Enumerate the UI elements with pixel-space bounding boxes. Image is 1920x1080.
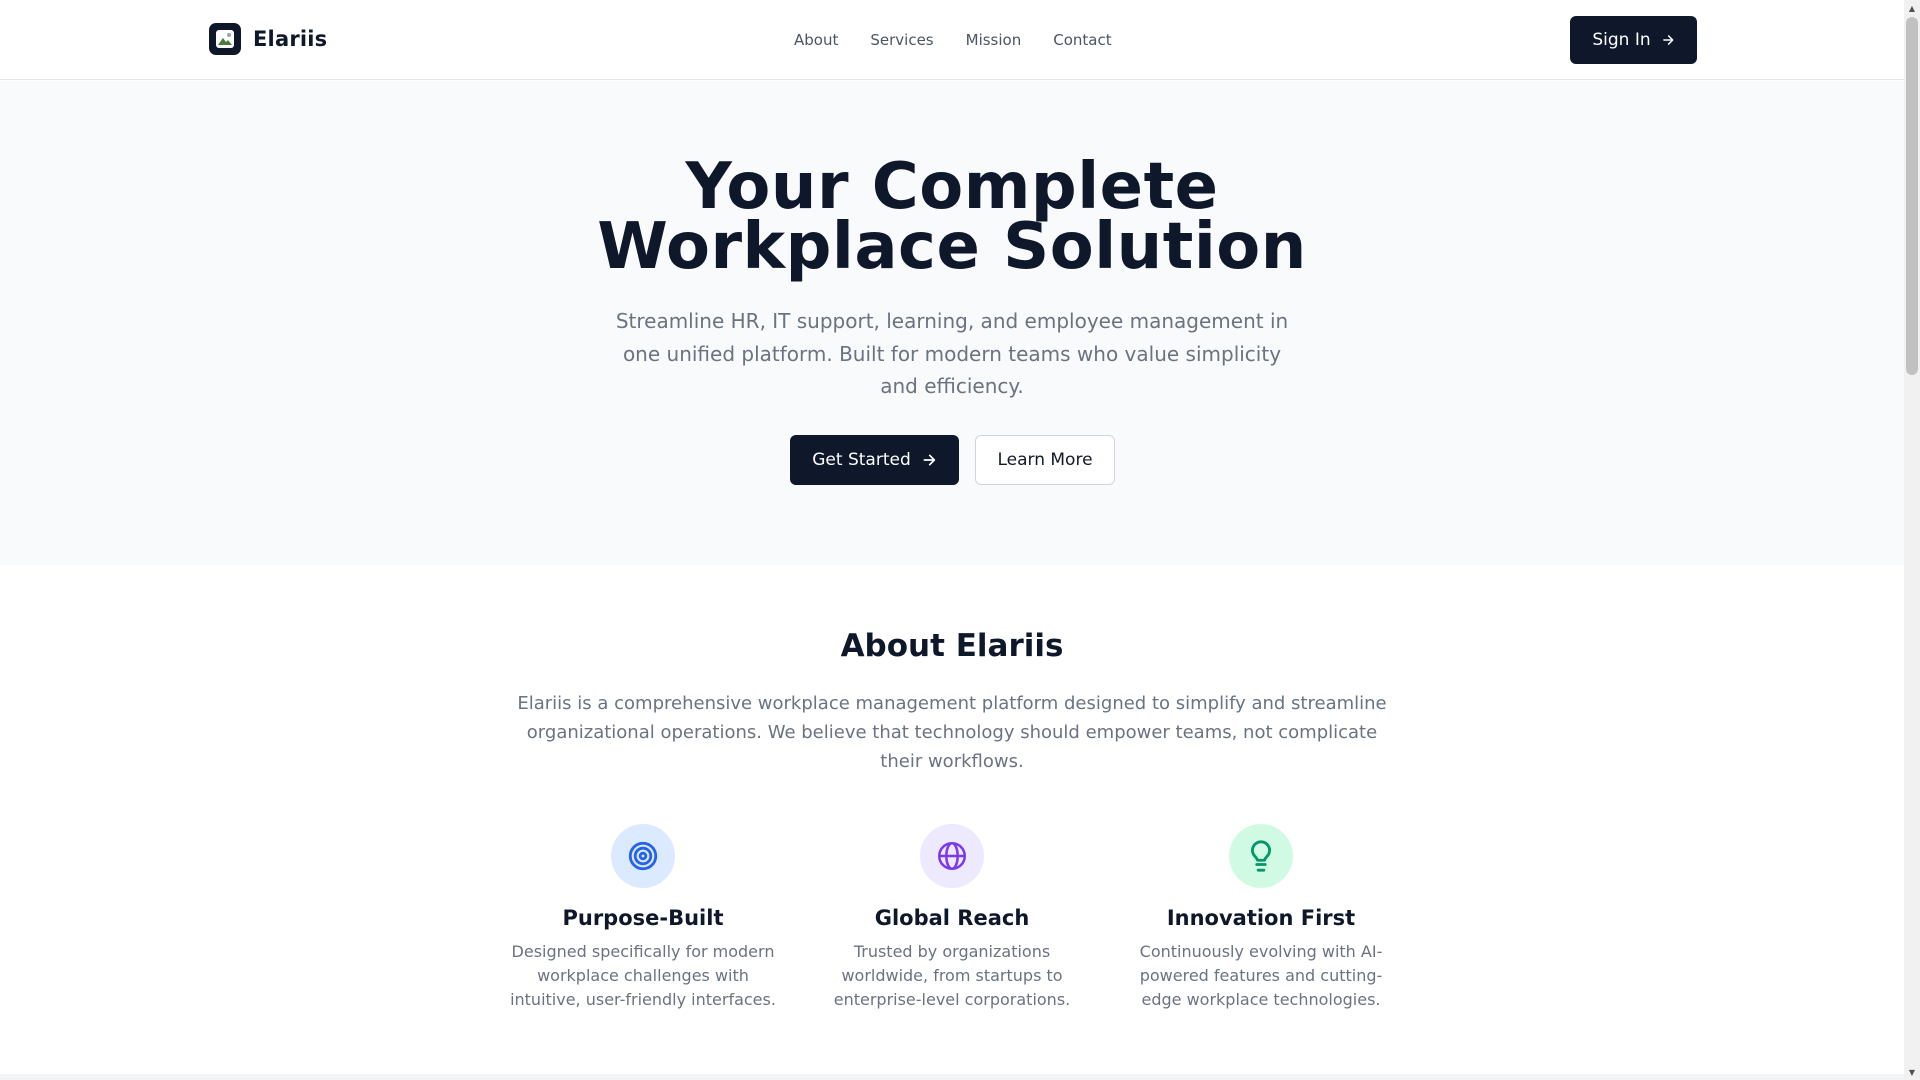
sign-in-button[interactable]: Sign In bbox=[1570, 16, 1697, 64]
globe-icon bbox=[920, 824, 984, 888]
nav-link-about[interactable]: About bbox=[794, 31, 838, 49]
hero-title-line2: Workplace Solution bbox=[597, 210, 1307, 284]
hero-buttons: Get Started Learn More bbox=[790, 435, 1115, 485]
about-description: Elariis is a comprehensive workplace man… bbox=[517, 693, 1387, 772]
logo-icon bbox=[209, 23, 241, 55]
feature-description: Continuously evolving with AI-powered fe… bbox=[1139, 942, 1383, 1009]
feature-description: Designed specifically for modern workpla… bbox=[510, 942, 776, 1009]
vertical-scrollbar[interactable]: ▲ ▼ bbox=[1904, 0, 1920, 1080]
about-title: About Elariis bbox=[840, 628, 1064, 664]
feature-card-global-reach: Global Reach Trusted by organizations wo… bbox=[812, 824, 1092, 1012]
arrow-right-icon bbox=[923, 454, 935, 466]
hero-section: Your Complete Workplace Solution Streaml… bbox=[0, 81, 1904, 565]
page-content: Elariis About Services Mission Contact S… bbox=[0, 0, 1904, 1080]
feature-list: Purpose-Built Designed specifically for … bbox=[503, 824, 1433, 1024]
brand-name: Elariis bbox=[253, 27, 328, 51]
lightbulb-icon bbox=[1229, 824, 1293, 888]
feature-title: Purpose-Built bbox=[562, 906, 724, 930]
site-header: Elariis About Services Mission Contact S… bbox=[0, 0, 1904, 80]
feature-description: Trusted by organizations worldwide, from… bbox=[833, 942, 1071, 1009]
get-started-label: Get Started bbox=[812, 450, 911, 470]
feature-card-innovation-first: Innovation First Continuously evolving w… bbox=[1121, 824, 1401, 1012]
target-icon bbox=[611, 824, 675, 888]
feature-card-purpose-built: Purpose-Built Designed specifically for … bbox=[503, 824, 783, 1012]
page: Elariis About Services Mission Contact S… bbox=[0, 0, 1920, 1080]
main-nav: About Services Mission Contact bbox=[794, 0, 1112, 80]
nav-link-contact[interactable]: Contact bbox=[1053, 31, 1111, 49]
scrollbar-thumb[interactable] bbox=[1906, 17, 1918, 375]
nav-link-mission[interactable]: Mission bbox=[966, 31, 1022, 49]
learn-more-button[interactable]: Learn More bbox=[975, 435, 1115, 485]
next-section-edge bbox=[0, 1074, 1904, 1080]
get-started-button[interactable]: Get Started bbox=[790, 435, 959, 485]
hero-title: Your Complete Workplace Solution bbox=[552, 155, 1352, 279]
arrow-right-icon bbox=[1662, 35, 1674, 45]
nav-link-services[interactable]: Services bbox=[870, 31, 933, 49]
feature-title: Global Reach bbox=[874, 906, 1030, 930]
scroll-down-icon[interactable]: ▼ bbox=[1904, 1064, 1920, 1080]
feature-title: Innovation First bbox=[1166, 906, 1356, 930]
scroll-up-icon[interactable]: ▲ bbox=[1904, 0, 1920, 16]
sign-in-label: Sign In bbox=[1592, 30, 1651, 50]
hero-subtitle: Streamline HR, IT support, learning, and… bbox=[615, 309, 1289, 398]
learn-more-label: Learn More bbox=[997, 450, 1093, 470]
brand[interactable]: Elariis bbox=[209, 23, 327, 55]
